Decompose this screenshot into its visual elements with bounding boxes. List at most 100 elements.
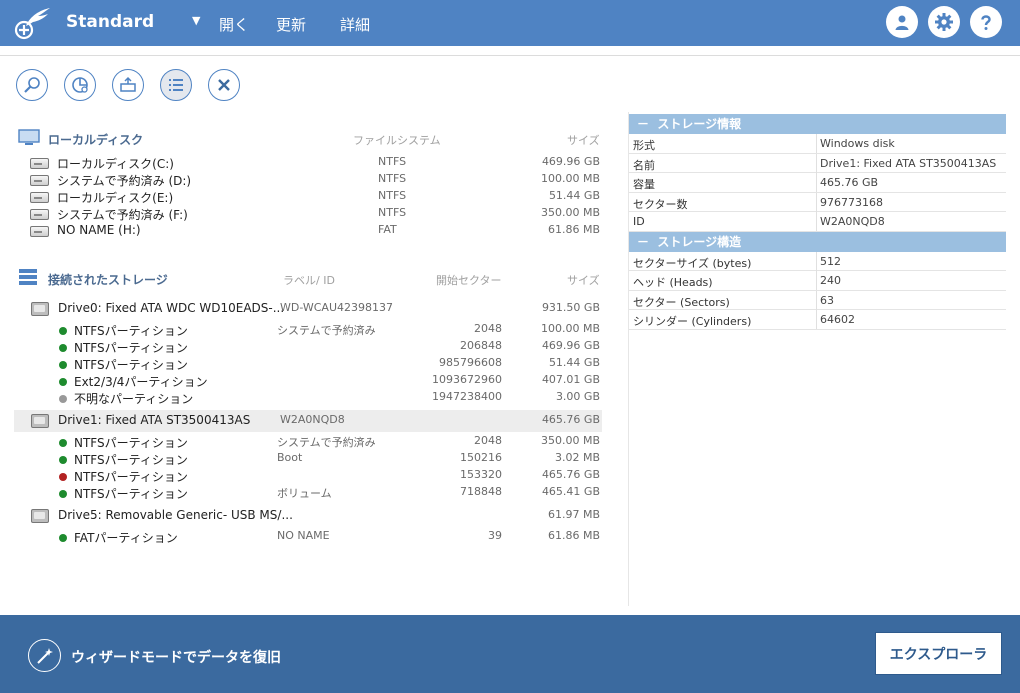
disk-size: 100.00 MB: [540, 172, 600, 185]
scan-button[interactable]: [16, 69, 48, 101]
property-row: セクターサイズ (bytes) 512: [629, 251, 1006, 271]
partition-row[interactable]: Ext2/3/4パーティション 1093672960 407.01 GB: [14, 373, 602, 390]
storage-drive-row[interactable]: Drive1: Fixed ATA ST3500413AS W2A0NQD8 465…: [14, 410, 602, 432]
storage-structure-title: ストレージ構造: [657, 234, 742, 249]
storage-structure-table: セクターサイズ (bytes) 512 ヘッド (Heads) 240 セクター (Se…: [629, 251, 1006, 330]
partition-status-dot: [59, 473, 67, 481]
user-button[interactable]: [886, 6, 918, 38]
help-button[interactable]: [970, 6, 1002, 38]
partition-name: NTFSパーティション: [74, 470, 188, 484]
storage-drive-row[interactable]: Drive5: Removable Generic- USB MS/... 61.…: [14, 505, 602, 527]
explorer-button[interactable]: エクスプローラ: [875, 632, 1002, 675]
storage-size: 51.44 GB: [548, 356, 600, 369]
computer-icon: [18, 129, 40, 145]
drive-icon: [30, 175, 49, 186]
partition-row[interactable]: NTFSパーティション Boot 150216 3.02 MB: [14, 451, 602, 468]
property-key: 名前: [633, 158, 655, 172]
drive-icon: [30, 209, 49, 220]
property-row: シリンダー (Cylinders) 64602: [629, 310, 1006, 330]
storage-size: 465.41 GB: [541, 485, 600, 498]
local-disk-row[interactable]: NO NAME (H:) FAT 61.86 MB: [14, 223, 602, 240]
property-value: W2A0NQD8: [820, 215, 885, 228]
local-disk-row[interactable]: ローカルディスク(C:) NTFS 469.96 GB: [14, 155, 602, 172]
settings-button[interactable]: [928, 6, 960, 38]
start-sector: 985796608: [439, 356, 502, 369]
chart-button[interactable]: [64, 69, 96, 101]
partition-row[interactable]: NTFSパーティション 985796608 51.44 GB: [14, 356, 602, 373]
disk-filesystem: NTFS: [378, 206, 407, 219]
column-divider: [816, 310, 817, 329]
app-title[interactable]: Standard: [66, 12, 154, 32]
disk-filesystem: NTFS: [378, 189, 407, 202]
storage-size: 3.02 MB: [554, 451, 600, 464]
close-icon: [218, 79, 230, 91]
col-size-local: サイズ: [567, 134, 600, 147]
drive-icon: [30, 226, 49, 237]
storage-size: 469.96 GB: [541, 339, 600, 352]
storage-size: 100.00 MB: [540, 322, 600, 335]
partition-name: NTFSパーティション: [74, 436, 188, 450]
partition-status-dot: [59, 534, 67, 542]
menu-refresh[interactable]: 更新: [276, 14, 306, 35]
partition-row[interactable]: NTFSパーティション システムで予約済み 2048 100.00 MB: [14, 322, 602, 339]
hard-disk-icon: [31, 302, 49, 316]
mode-dropdown-icon[interactable]: ▼: [192, 14, 200, 27]
magic-wand-icon: [36, 647, 53, 664]
partition-row[interactable]: 不明なパーティション 1947238400 3.00 GB: [14, 390, 602, 407]
disk-name: NO NAME (H:): [57, 223, 141, 237]
storage-size: 407.01 GB: [541, 373, 600, 386]
disk-filesystem: FAT: [378, 223, 397, 236]
drive-name: Drive0: Fixed ATA WDC WD10EADS-...: [58, 301, 285, 315]
partition-row[interactable]: NTFSパーティション システムで予約済み 2048 350.00 MB: [14, 434, 602, 451]
partition-status-dot: [59, 490, 67, 498]
start-sector: 718848: [460, 485, 502, 498]
column-divider: [816, 290, 817, 310]
partition-status-dot: [59, 395, 67, 403]
col-size-storage: サイズ: [567, 274, 600, 287]
property-row: セクター (Sectors) 63: [629, 290, 1006, 310]
wizard-mode-link[interactable]: ウィザードモードでデータを復旧: [71, 647, 281, 667]
help-icon: [981, 15, 991, 30]
storage-drive-row[interactable]: Drive0: Fixed ATA WDC WD10EADS-... WD-WCA…: [14, 298, 602, 320]
partition-row[interactable]: NTFSパーティション 153320 465.76 GB: [14, 468, 602, 485]
property-key: 容量: [633, 178, 655, 191]
export-button[interactable]: [112, 69, 144, 101]
local-disk-row[interactable]: ローカルディスク(E:) NTFS 51.44 GB: [14, 189, 602, 206]
local-disk-row[interactable]: システムで予約済み (D:) NTFS 100.00 MB: [14, 172, 602, 189]
column-divider: [816, 173, 817, 192]
disk-size: 350.00 MB: [540, 206, 600, 219]
header-divider: [0, 46, 1020, 56]
drive-name: Drive5: Removable Generic- USB MS/...: [58, 508, 293, 522]
partition-status-dot: [59, 361, 67, 369]
column-divider: [816, 251, 817, 271]
storage-size: 465.76 GB: [541, 413, 600, 426]
storage-size: 61.97 MB: [547, 508, 600, 521]
list-view-button[interactable]: [160, 69, 192, 101]
user-icon: [895, 15, 909, 30]
menu-open[interactable]: 開く: [219, 14, 249, 35]
partition-row[interactable]: FATパーティション NO NAME 39 61.86 MB: [14, 529, 602, 546]
hard-disk-icon: [31, 509, 49, 523]
partition-row[interactable]: NTFSパーティション 206848 469.96 GB: [14, 339, 602, 356]
property-key: セクターサイズ (bytes): [633, 256, 752, 270]
partition-name: NTFSパーティション: [74, 324, 188, 338]
disk-size: 469.96 GB: [541, 155, 600, 168]
top-bar: Standard ▼ 開く 更新 詳細: [0, 0, 1020, 46]
drive-icon: [30, 158, 49, 169]
storage-structure-header[interactable]: － ストレージ構造: [629, 231, 1006, 252]
storage-label: システムで予約済み: [277, 436, 376, 449]
storage-label: W2A0NQD8: [280, 413, 345, 426]
start-sector: 1947238400: [432, 390, 502, 403]
close-button[interactable]: [208, 69, 240, 101]
property-value: Windows disk: [820, 137, 895, 150]
partition-status-dot: [59, 378, 67, 386]
disk-filesystem: NTFS: [378, 172, 407, 185]
menu-details[interactable]: 詳細: [340, 14, 370, 35]
partition-row[interactable]: NTFSパーティション ボリューム 718848 465.41 GB: [14, 485, 602, 502]
column-divider: [816, 192, 817, 212]
disk-size: 51.44 GB: [548, 189, 600, 202]
wizard-button[interactable]: [28, 639, 61, 672]
storage-info-header[interactable]: － ストレージ情報: [629, 114, 1006, 134]
local-disk-row[interactable]: システムで予約済み (F:) NTFS 350.00 MB: [14, 206, 602, 223]
storage-label: システムで予約済み: [277, 324, 376, 337]
